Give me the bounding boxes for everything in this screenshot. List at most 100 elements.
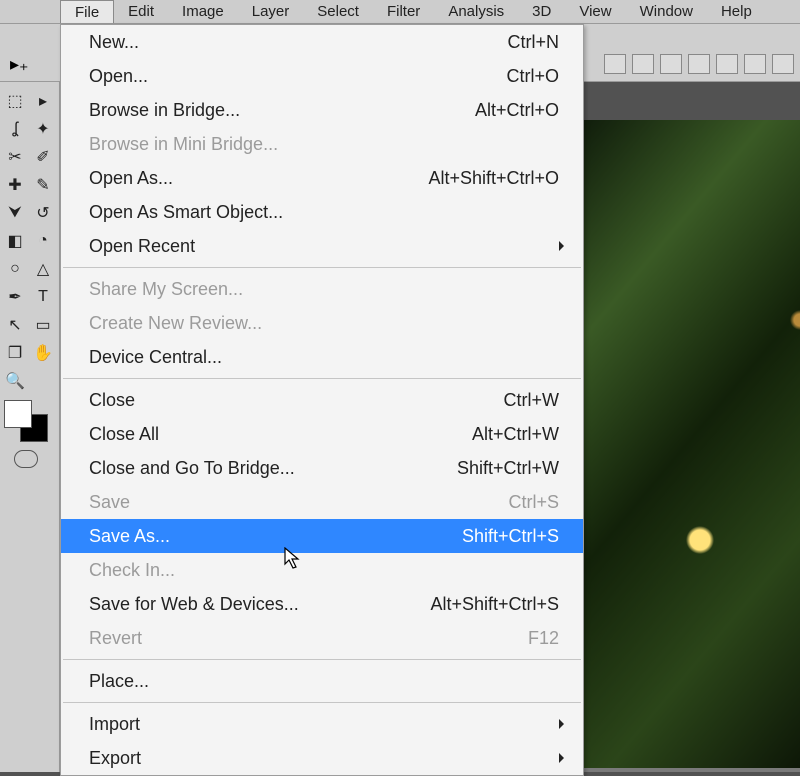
- dist-mid-button[interactable]: [716, 54, 738, 74]
- menu-item-label: Close All: [89, 424, 472, 445]
- menu-item-label: Export: [89, 748, 559, 769]
- menu-item-file[interactable]: File: [60, 0, 114, 23]
- tool-type[interactable]: T: [32, 286, 54, 308]
- menu-item-help[interactable]: Help: [707, 0, 766, 23]
- file-menu-item-check-in: Check In...: [61, 553, 583, 587]
- menu-item-label: Open Recent: [89, 236, 559, 257]
- menu-item-analysis[interactable]: Analysis: [434, 0, 518, 23]
- tool-pen[interactable]: ✒: [4, 286, 26, 308]
- tool-notes[interactable]: ❐: [4, 342, 26, 364]
- file-menu-item-export[interactable]: Export: [61, 741, 583, 775]
- file-menu-item-open-as[interactable]: Open As...Alt+Shift+Ctrl+O: [61, 161, 583, 195]
- menu-item-label: Check In...: [89, 560, 559, 581]
- menu-item-filter[interactable]: Filter: [373, 0, 434, 23]
- menu-item-label: Browse in Bridge...: [89, 100, 475, 121]
- tool-crop[interactable]: ✂: [4, 146, 26, 168]
- tool-eraser[interactable]: ◧: [4, 230, 26, 252]
- tool-paint[interactable]: ◔: [32, 230, 54, 252]
- file-menu-item-new[interactable]: New...Ctrl+N: [61, 25, 583, 59]
- file-menu-dropdown: New...Ctrl+NOpen...Ctrl+OBrowse in Bridg…: [60, 24, 584, 776]
- menu-item-label: Place...: [89, 671, 559, 692]
- menu-item-label: Save As...: [89, 526, 462, 547]
- file-menu-item-close-all[interactable]: Close AllAlt+Ctrl+W: [61, 417, 583, 451]
- menu-item-label: Share My Screen...: [89, 279, 559, 300]
- quick-mask-button[interactable]: [14, 450, 38, 468]
- dist-top-button[interactable]: [688, 54, 710, 74]
- tool-marquee[interactable]: ⬚: [4, 90, 26, 112]
- file-menu-item-device-central[interactable]: Device Central...: [61, 340, 583, 374]
- tool-path[interactable]: ↖: [4, 314, 26, 336]
- menu-item-label: New...: [89, 32, 507, 53]
- menu-item-shortcut: Ctrl+N: [507, 32, 559, 53]
- menu-item-label: Revert: [89, 628, 528, 649]
- file-menu-item-save-for-web-devices[interactable]: Save for Web & Devices...Alt+Shift+Ctrl+…: [61, 587, 583, 621]
- menu-separator: [63, 659, 581, 660]
- menu-item-label: Save: [89, 492, 508, 513]
- menu-item-window[interactable]: Window: [626, 0, 707, 23]
- file-menu-item-close-and-go-to-bridge[interactable]: Close and Go To Bridge...Shift+Ctrl+W: [61, 451, 583, 485]
- more-button[interactable]: [772, 54, 794, 74]
- file-menu-item-open-recent[interactable]: Open Recent: [61, 229, 583, 263]
- tool-brush[interactable]: ✎: [32, 174, 54, 196]
- tool-stamp[interactable]: ⮟: [4, 202, 26, 224]
- menu-item-label: Save for Web & Devices...: [89, 594, 430, 615]
- menu-item-select[interactable]: Select: [303, 0, 373, 23]
- tool-eyedrop[interactable]: ✐: [32, 146, 54, 168]
- menu-separator: [63, 267, 581, 268]
- dist-bot-button[interactable]: [744, 54, 766, 74]
- file-menu-item-share-my-screen: Share My Screen...: [61, 272, 583, 306]
- menu-item-label: Close and Go To Bridge...: [89, 458, 457, 479]
- file-menu-item-open[interactable]: Open...Ctrl+O: [61, 59, 583, 93]
- tool-wand[interactable]: ✦: [32, 118, 54, 140]
- tool-shape[interactable]: ▭: [32, 314, 54, 336]
- menu-bar: FileEditImageLayerSelectFilterAnalysis3D…: [0, 0, 800, 24]
- file-menu-item-save: SaveCtrl+S: [61, 485, 583, 519]
- file-menu-item-place[interactable]: Place...: [61, 664, 583, 698]
- menu-item-label: Open As...: [89, 168, 428, 189]
- menu-item-label: Device Central...: [89, 347, 559, 368]
- menu-item-shortcut: Alt+Ctrl+W: [472, 424, 559, 445]
- foreground-swatch[interactable]: [4, 400, 32, 428]
- menu-item-shortcut: Ctrl+S: [508, 492, 559, 513]
- tools-panel: ⬚ ▸ ʆ ✦ ✂ ✐ ✚ ✎ ⮟ ↺ ◧ ◔ ○ △ ✒ T ↖ ▭ ❐ ✋ 🔍: [0, 82, 60, 772]
- align-left-button[interactable]: [604, 54, 626, 74]
- align-center-button[interactable]: [632, 54, 654, 74]
- menu-item-label: Import: [89, 714, 559, 735]
- tool-dodge[interactable]: ○: [4, 258, 26, 280]
- menu-item-label: Create New Review...: [89, 313, 559, 334]
- align-buttons-group: [604, 54, 794, 74]
- menu-item-layer[interactable]: Layer: [238, 0, 304, 23]
- file-menu-item-save-as[interactable]: Save As...Shift+Ctrl+S: [61, 519, 583, 553]
- menu-item-shortcut: Shift+Ctrl+S: [462, 526, 559, 547]
- menu-item-shortcut: F12: [528, 628, 559, 649]
- move-tool-icon: ▸₊: [10, 54, 29, 75]
- menu-item-label: Open As Smart Object...: [89, 202, 559, 223]
- menu-item-image[interactable]: Image: [168, 0, 238, 23]
- file-menu-item-open-as-smart-object[interactable]: Open As Smart Object...: [61, 195, 583, 229]
- tool-history[interactable]: ↺: [32, 202, 54, 224]
- menu-item-shortcut: Alt+Ctrl+O: [475, 100, 559, 121]
- file-menu-item-revert: RevertF12: [61, 621, 583, 655]
- tool-move[interactable]: ▸: [32, 90, 54, 112]
- menu-item-label: Close: [89, 390, 504, 411]
- tool-blur[interactable]: △: [32, 258, 54, 280]
- tool-lasso[interactable]: ʆ: [4, 118, 26, 140]
- file-menu-item-close[interactable]: CloseCtrl+W: [61, 383, 583, 417]
- menu-item-shortcut: Alt+Shift+Ctrl+O: [428, 168, 559, 189]
- tool-zoom[interactable]: 🔍: [4, 370, 26, 392]
- menu-item-label: Browse in Mini Bridge...: [89, 134, 559, 155]
- file-menu-item-browse-in-bridge[interactable]: Browse in Bridge...Alt+Ctrl+O: [61, 93, 583, 127]
- tool-hand[interactable]: ✋: [32, 342, 54, 364]
- menu-item-shortcut: Ctrl+W: [504, 390, 560, 411]
- align-right-button[interactable]: [660, 54, 682, 74]
- file-menu-item-import[interactable]: Import: [61, 707, 583, 741]
- menu-item-label: Open...: [89, 66, 506, 87]
- menu-item-3d[interactable]: 3D: [518, 0, 565, 23]
- menu-item-shortcut: Alt+Shift+Ctrl+S: [430, 594, 559, 615]
- tool-heal[interactable]: ✚: [4, 174, 26, 196]
- file-menu-item-browse-in-mini-bridge: Browse in Mini Bridge...: [61, 127, 583, 161]
- menu-item-edit[interactable]: Edit: [114, 0, 168, 23]
- file-menu-item-create-new-review: Create New Review...: [61, 306, 583, 340]
- menu-item-view[interactable]: View: [565, 0, 625, 23]
- color-swatches[interactable]: [4, 400, 48, 442]
